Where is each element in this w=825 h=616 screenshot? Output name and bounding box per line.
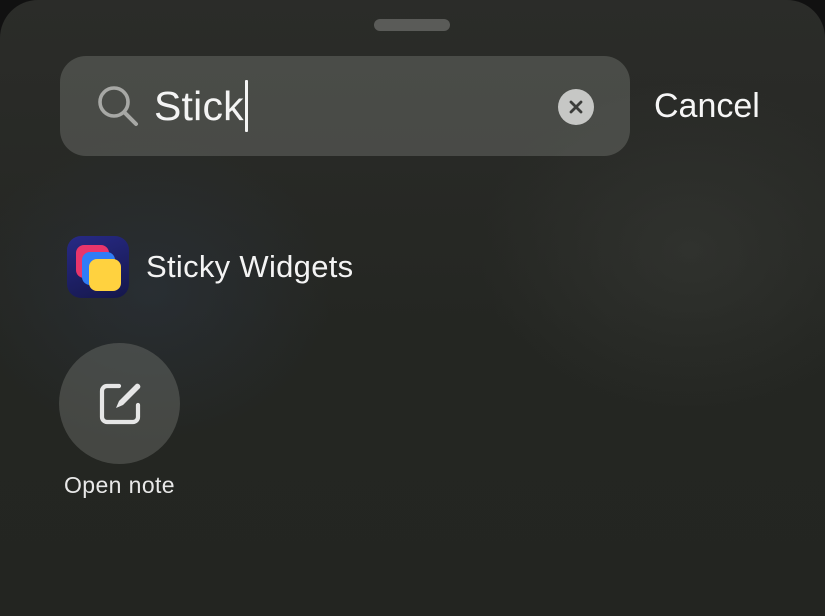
search-input[interactable]: Stick (154, 80, 248, 132)
search-query-text: Stick (154, 83, 244, 129)
compose-icon (99, 383, 140, 424)
app-result-sticky-widgets[interactable]: Sticky Widgets (67, 236, 353, 298)
search-sheet: Stick Cancel Sticky Widgets Open note (0, 0, 825, 616)
sticky-widgets-logo (76, 245, 121, 291)
sheet-grabber[interactable] (374, 19, 450, 31)
open-note-label: Open note (63, 472, 176, 498)
cancel-button[interactable]: Cancel (654, 84, 760, 128)
search-field[interactable] (60, 56, 630, 156)
clear-search-button[interactable] (558, 89, 594, 125)
search-icon (98, 86, 138, 126)
clear-icon (569, 100, 583, 114)
open-note-button[interactable] (59, 343, 180, 464)
app-result-name: Sticky Widgets (146, 249, 354, 284)
text-caret (244, 80, 248, 132)
sticky-widgets-app-icon (67, 236, 129, 298)
